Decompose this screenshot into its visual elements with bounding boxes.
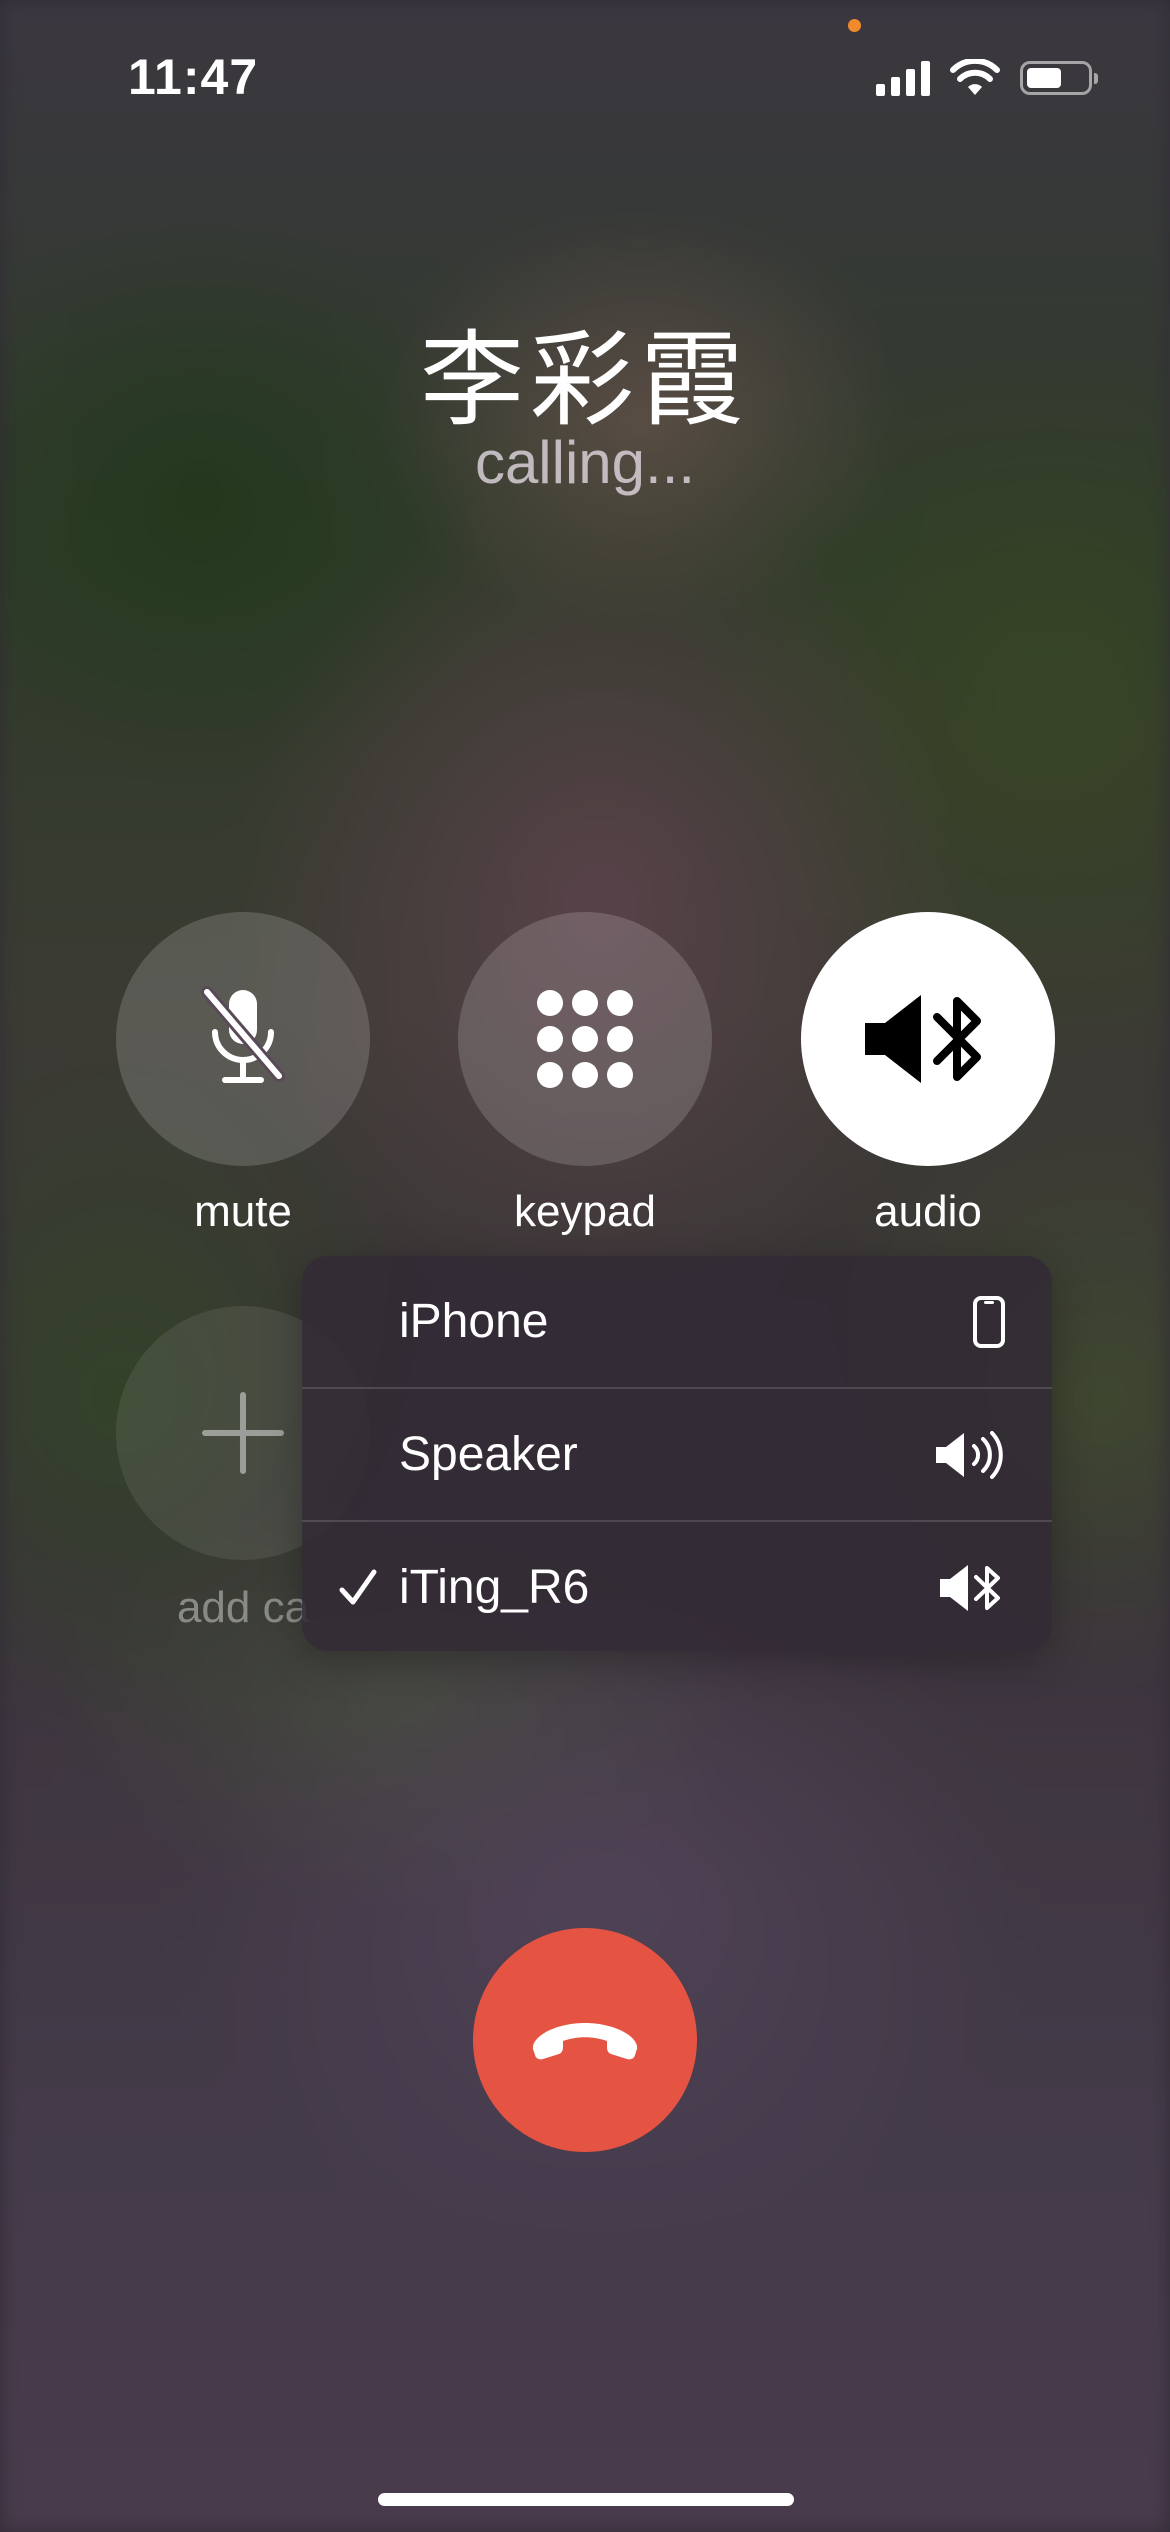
menu-item-speaker[interactable]: Speaker — [302, 1387, 1052, 1520]
mute-label: mute — [194, 1187, 292, 1236]
keypad-label: keypad — [514, 1187, 656, 1236]
menu-item-label: iTing_R6 — [399, 1561, 590, 1614]
menu-item-label: iPhone — [399, 1295, 549, 1348]
mic-slash-icon — [201, 986, 285, 1083]
audio-label: audio — [874, 1187, 982, 1236]
iphone-icon — [973, 1295, 1005, 1348]
keypad-button[interactable] — [458, 912, 712, 1166]
status-time: 11:47 — [128, 49, 259, 105]
audio-button[interactable] — [801, 912, 1055, 1166]
menu-item-iting-r6[interactable]: iTing_R6 — [302, 1520, 1052, 1651]
menu-item-iphone[interactable]: iPhone — [302, 1256, 1052, 1387]
home-indicator[interactable] — [378, 2493, 794, 2506]
caller-name: 李彩霞 — [419, 323, 750, 439]
wifi-icon — [950, 59, 1000, 95]
mute-button[interactable] — [116, 912, 370, 1166]
mic-in-use-indicator — [848, 19, 861, 32]
phone-hangup-icon — [532, 2023, 638, 2060]
cellular-signal-icon — [876, 60, 930, 96]
status-icons — [876, 56, 1098, 100]
keypad-icon — [537, 990, 633, 1088]
speaker-bluetooth-icon — [865, 995, 981, 1083]
speaker-bluetooth-icon — [940, 1564, 1000, 1611]
speaker-icon — [936, 1430, 1003, 1479]
checkmark-icon — [339, 1569, 377, 1604]
end-call-button[interactable] — [473, 1928, 697, 2152]
call-status: calling... — [474, 429, 696, 496]
battery-icon — [1020, 61, 1098, 95]
audio-route-menu: iPhone Speaker iTing_R6 — [302, 1256, 1052, 1651]
menu-item-label: Speaker — [399, 1428, 578, 1481]
plus-icon — [202, 1392, 284, 1474]
